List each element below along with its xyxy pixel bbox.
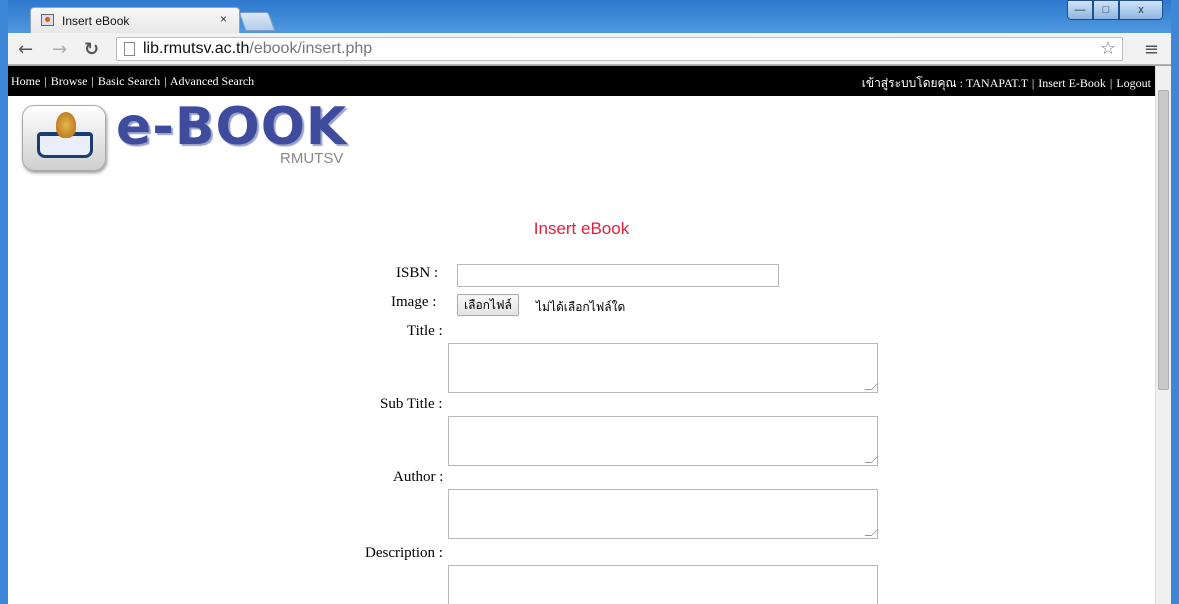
title-label: Title : <box>407 323 443 339</box>
browser-toolbar: ← → ↻ lib.rmutsv.ac.th/ebook/insert.php … <box>8 33 1171 65</box>
nav-logout-link[interactable]: Logout <box>1116 76 1151 90</box>
file-status: ไม่ได้เลือกไฟล์ใด <box>536 300 626 314</box>
url-text[interactable]: lib.rmutsv.ac.th/ebook/insert.php <box>143 40 372 58</box>
url-host: lib.rmutsv.ac.th <box>143 40 250 57</box>
resize-handle-icon[interactable] <box>864 529 879 536</box>
url-path: /ebook/insert.php <box>249 40 373 57</box>
title-bar: Insert eBook × — □ x <box>8 0 1171 33</box>
nav-separator: | <box>1109 76 1113 90</box>
page-viewport: Home | Browse | Basic Search | Advanced … <box>8 66 1171 604</box>
nav-basic-search-link[interactable]: Basic Search <box>98 74 160 88</box>
logged-in-user: เข้าสู่ระบบโดยคุณ : TANAPAT.T <box>861 76 1028 90</box>
address-bar[interactable]: lib.rmutsv.ac.th/ebook/insert.php ☆ <box>116 37 1123 61</box>
emblem-icon <box>56 112 76 138</box>
nav-insert-ebook-link[interactable]: Insert E-Book <box>1038 76 1106 90</box>
isbn-input[interactable] <box>457 264 779 287</box>
nav-home-link[interactable]: Home <box>11 74 40 88</box>
author-textarea[interactable] <box>448 489 879 539</box>
subtitle-label: Sub Title : <box>380 396 443 412</box>
nav-browse-link[interactable]: Browse <box>51 74 88 88</box>
resize-handle-icon[interactable] <box>864 456 879 463</box>
resize-handle-icon[interactable] <box>864 383 879 390</box>
nav-separator: | <box>164 74 167 88</box>
nav-separator: | <box>44 74 47 88</box>
minimize-button[interactable]: — <box>1067 0 1093 20</box>
nav-advanced-search-link[interactable]: Advanced Search <box>170 74 254 88</box>
tab-close-icon[interactable]: × <box>220 12 227 26</box>
form-title: Insert eBook <box>533 219 630 238</box>
page-icon <box>124 42 135 56</box>
logo-subtitle: RMUTSV <box>280 150 344 167</box>
forward-arrow-icon[interactable]: → <box>52 39 67 60</box>
nav-separator: | <box>91 74 94 88</box>
reload-icon[interactable]: ↻ <box>84 39 99 60</box>
vertical-scrollbar[interactable] <box>1155 66 1171 604</box>
window-controls: — □ x <box>1067 0 1163 20</box>
logo-title: e-BOOK <box>116 97 348 157</box>
tab-title: Insert eBook <box>62 14 130 28</box>
nav-separator: | <box>1031 76 1035 90</box>
star-icon[interactable]: ☆ <box>1100 38 1116 59</box>
author-label: Author : <box>393 469 444 485</box>
site-logo[interactable]: e-BOOK RMUTSV <box>22 97 352 175</box>
back-arrow-icon[interactable]: ← <box>18 39 33 60</box>
maximize-button[interactable]: □ <box>1093 0 1119 20</box>
hamburger-menu-icon[interactable]: ≡ <box>1144 39 1159 60</box>
browser-window: Insert eBook × — □ x ← → ↻ lib.rmutsv.ac… <box>0 0 1179 604</box>
scrollbar-thumb[interactable] <box>1158 90 1169 390</box>
description-textarea[interactable] <box>448 565 878 604</box>
choose-file-button[interactable]: เลือกไฟล์ <box>457 294 519 316</box>
browser-tab[interactable]: Insert eBook × <box>30 7 240 33</box>
nav-right: เข้าสู่ระบบโดยคุณ : TANAPAT.T | Insert E… <box>862 74 1151 93</box>
description-label: Description : <box>365 545 443 561</box>
new-tab-button[interactable] <box>238 12 276 31</box>
isbn-label: ISBN : <box>396 265 439 281</box>
close-window-button[interactable]: x <box>1119 0 1163 20</box>
book-logo-icon <box>22 105 106 171</box>
nav-left: Home | Browse | Basic Search | Advanced … <box>11 74 254 89</box>
top-navigation: Home | Browse | Basic Search | Advanced … <box>8 66 1155 96</box>
subtitle-textarea[interactable] <box>448 416 879 466</box>
title-textarea[interactable] <box>448 343 879 393</box>
image-label: Image : <box>391 294 437 310</box>
favicon-icon <box>41 14 54 26</box>
